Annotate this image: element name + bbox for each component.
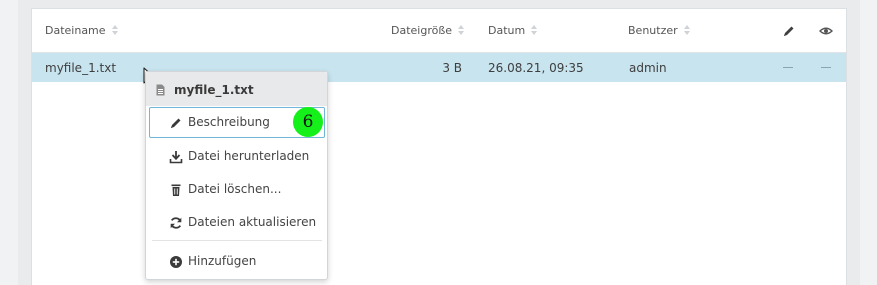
eye-icon[interactable]: [819, 24, 833, 38]
table-header: Dateiname Dateigröße Datum Benutzer: [32, 9, 846, 53]
cell-edit-empty: [783, 67, 793, 68]
pencil-icon: [171, 118, 181, 128]
menu-item-label: Dateien aktualisieren: [188, 215, 317, 229]
column-header-filename-label: Dateiname: [45, 24, 106, 37]
sort-icon: [683, 24, 691, 36]
column-header-size[interactable]: Dateigröße: [391, 9, 465, 53]
menu-item-label: Datei herunterladen: [188, 149, 310, 163]
cell-size: 3 B: [442, 61, 462, 75]
sort-icon: [111, 24, 119, 36]
context-menu-title: myfile_1.txt: [174, 83, 254, 97]
file-text-icon: [156, 84, 165, 96]
menu-item-add[interactable]: Hinzufügen: [149, 246, 325, 277]
trash-icon: [171, 184, 181, 196]
pencil-icon[interactable]: [782, 24, 796, 38]
menu-item-delete[interactable]: Datei löschen...: [149, 174, 325, 205]
download-icon: [169, 151, 183, 164]
step-number-badge: 6: [293, 107, 323, 137]
context-menu-header: myfile_1.txt: [146, 72, 327, 106]
column-header-size-label: Dateigröße: [391, 24, 453, 37]
menu-divider: [152, 240, 322, 241]
sort-icon: [531, 24, 538, 36]
plus-circle-icon: [170, 256, 182, 268]
column-header-user[interactable]: Benutzer: [628, 9, 691, 53]
menu-item-refresh[interactable]: Dateien aktualisieren: [149, 207, 325, 238]
context-menu: myfile_1.txt Beschreibung Datei herunter…: [145, 71, 328, 280]
menu-item-label: Hinzufügen: [188, 254, 257, 268]
column-header-filename[interactable]: Dateiname: [45, 9, 119, 53]
menu-item-download[interactable]: Datei herunterladen: [149, 141, 325, 172]
cell-user: admin: [629, 61, 667, 75]
menu-item-label: Beschreibung: [188, 115, 270, 129]
column-header-date-label: Datum: [488, 24, 526, 37]
column-header-date[interactable]: Datum: [488, 9, 538, 53]
refresh-icon: [170, 217, 182, 229]
cell-filename[interactable]: myfile_1.txt: [45, 53, 116, 82]
cell-date: 26.08.21, 09:35: [488, 61, 584, 75]
sort-icon: [458, 24, 465, 36]
menu-item-label: Datei löschen...: [188, 182, 282, 196]
column-header-user-label: Benutzer: [628, 24, 678, 37]
cell-view-empty: [821, 67, 831, 68]
